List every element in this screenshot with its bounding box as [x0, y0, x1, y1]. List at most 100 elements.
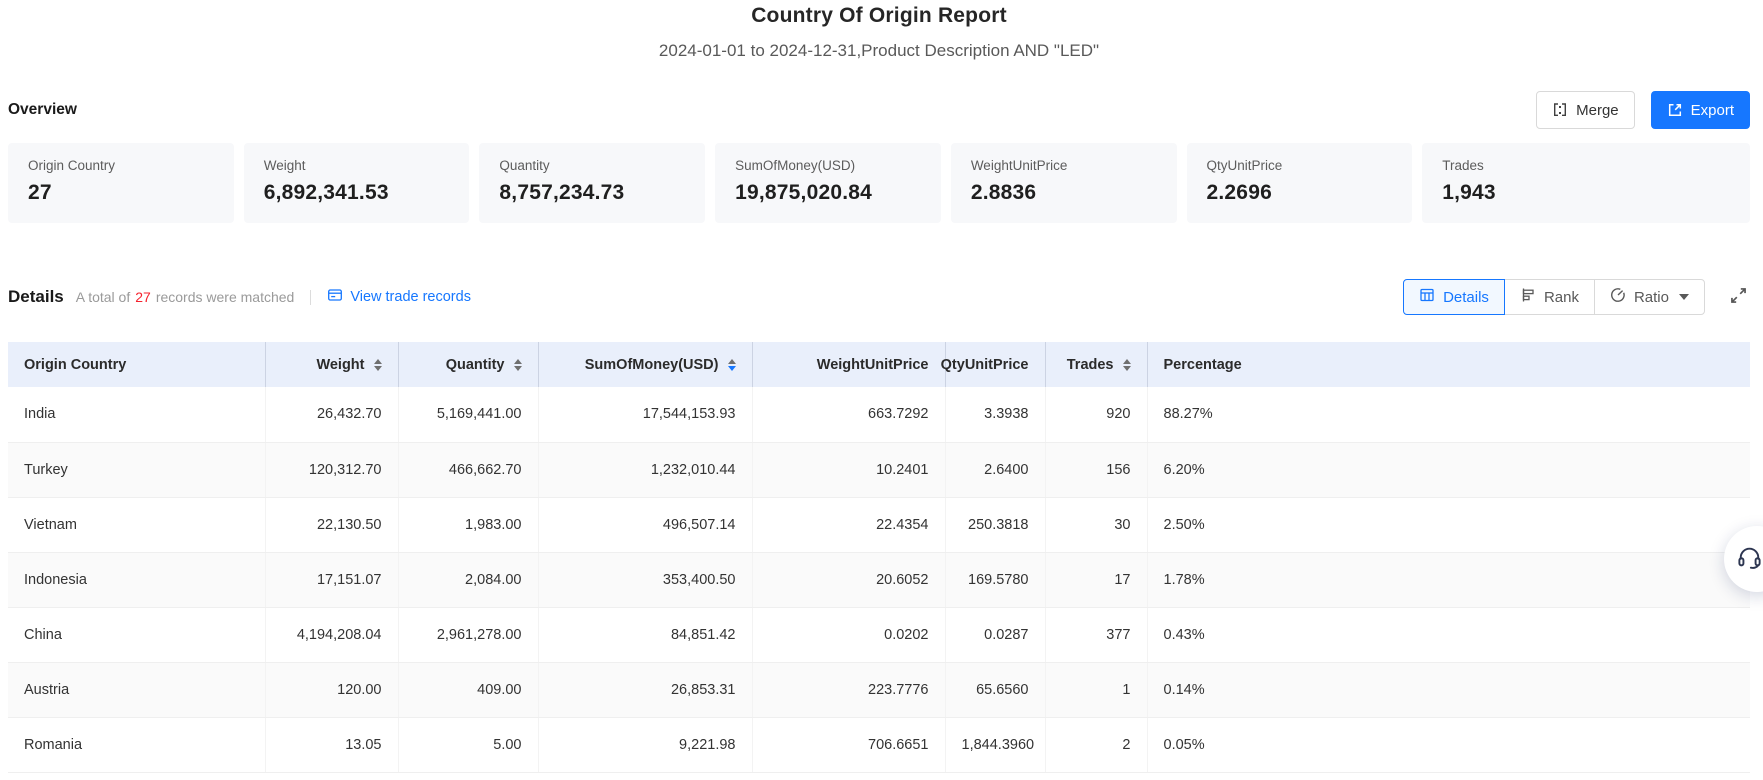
- cell-weight-unit-price: 10.2401: [752, 442, 945, 497]
- stat-card-qtyunitprice: QtyUnitPrice2.2696: [1187, 143, 1413, 223]
- cell-percentage: 0.05%: [1147, 717, 1750, 772]
- cell-weight: 120.00: [265, 662, 398, 717]
- cell-trades: 2: [1045, 717, 1147, 772]
- stat-card-sumofmoney-usd: SumOfMoney(USD)19,875,020.84: [715, 143, 941, 223]
- stat-card-value: 2.8836: [971, 181, 1157, 205]
- cell-origin-country: Turkey: [8, 442, 265, 497]
- column-label: Weight: [316, 357, 364, 373]
- cell-origin-country: Vietnam: [8, 497, 265, 552]
- cell-quantity: 466,662.70: [398, 442, 538, 497]
- overview-heading: Overview: [8, 101, 77, 119]
- stat-card-value: 6,892,341.53: [264, 181, 450, 205]
- export-icon: [1667, 102, 1683, 118]
- stat-card-value: 1,943: [1442, 181, 1730, 205]
- country-of-origin-report-page: Country Of Origin Report 2024-01-01 to 2…: [0, 4, 1763, 773]
- fullscreen-expand-icon: [1729, 286, 1748, 308]
- stat-card-trades: Trades1,943: [1422, 143, 1750, 223]
- overview-header-row: Overview Merge: [8, 91, 1750, 129]
- stat-card-origin-country: Origin Country27: [8, 143, 234, 223]
- sort-carets-icon: [728, 359, 736, 371]
- cell-origin-country: China: [8, 607, 265, 662]
- cell-qty-unit-price: 250.3818: [945, 497, 1045, 552]
- column-label: QtyUnitPrice: [941, 357, 1029, 373]
- cell-weight: 4,194,208.04: [265, 607, 398, 662]
- cell-qty-unit-price: 169.5780: [945, 552, 1045, 607]
- cell-weight-unit-price: 0.0202: [752, 607, 945, 662]
- cell-sum-of-money-usd: 9,221.98: [538, 717, 752, 772]
- trade-records-icon: [327, 287, 343, 307]
- headset-icon: [1736, 544, 1763, 574]
- cell-sum-of-money-usd: 26,853.31: [538, 662, 752, 717]
- cell-quantity: 5.00: [398, 717, 538, 772]
- tab-ratio[interactable]: Ratio: [1594, 279, 1705, 315]
- cell-percentage: 6.20%: [1147, 442, 1750, 497]
- details-table-wrap: Origin Country Weight Quantity SumOfMoney(U…: [8, 342, 1750, 773]
- cell-weight: 120,312.70: [265, 442, 398, 497]
- table-grid-icon: [1419, 287, 1435, 307]
- table-row-turkey: Turkey120,312.70466,662.701,232,010.4410…: [8, 442, 1750, 497]
- cell-quantity: 2,084.00: [398, 552, 538, 607]
- export-button[interactable]: Export: [1651, 91, 1750, 129]
- vertical-divider: [310, 290, 311, 305]
- fullscreen-button[interactable]: [1727, 284, 1750, 310]
- tab-rank-label: Rank: [1544, 289, 1579, 306]
- column-header-weight[interactable]: Weight: [265, 342, 398, 387]
- column-label: Percentage: [1164, 357, 1242, 373]
- cell-sum-of-money-usd: 353,400.50: [538, 552, 752, 607]
- sort-carets-icon: [514, 359, 522, 371]
- details-right: Details Rank: [1403, 279, 1750, 315]
- stat-card-label: QtyUnitPrice: [1207, 158, 1393, 173]
- merge-button-label: Merge: [1576, 102, 1619, 119]
- column-header-trades[interactable]: Trades: [1045, 342, 1147, 387]
- view-switch: Details Rank: [1403, 279, 1705, 315]
- cell-quantity: 5,169,441.00: [398, 387, 538, 442]
- cell-origin-country: India: [8, 387, 265, 442]
- cell-qty-unit-price: 1,844.3960: [945, 717, 1045, 772]
- origin-country-table: Origin Country Weight Quantity SumOfMoney(U…: [8, 342, 1750, 773]
- table-row-indonesia: Indonesia17,151.072,084.00353,400.5020.6…: [8, 552, 1750, 607]
- sort-carets-icon: [1123, 359, 1131, 371]
- cell-trades: 17: [1045, 552, 1147, 607]
- stat-card-quantity: Quantity8,757,234.73: [479, 143, 705, 223]
- cell-percentage: 2.50%: [1147, 497, 1750, 552]
- cell-trades: 1: [1045, 662, 1147, 717]
- match-count: 27: [130, 289, 156, 305]
- cell-qty-unit-price: 0.0287: [945, 607, 1045, 662]
- table-row-romania: Romania13.055.009,221.98706.66511,844.39…: [8, 717, 1750, 772]
- cell-weight-unit-price: 20.6052: [752, 552, 945, 607]
- column-header-quantity[interactable]: Quantity: [398, 342, 538, 387]
- column-header-weight-unit-price: WeightUnitPrice: [752, 342, 945, 387]
- cell-trades: 30: [1045, 497, 1147, 552]
- cell-trades: 156: [1045, 442, 1147, 497]
- overview-stat-cards: Origin Country27 Weight 6,892,341.53 Quanti…: [8, 143, 1750, 223]
- merge-button[interactable]: Merge: [1536, 91, 1635, 129]
- stat-card-label: SumOfMoney(USD): [735, 158, 921, 173]
- cell-trades: 377: [1045, 607, 1147, 662]
- cell-weight: 13.05: [265, 717, 398, 772]
- column-header-percentage: Percentage: [1147, 342, 1750, 387]
- table-row-india: India26,432.705,169,441.0017,544,153.936…: [8, 387, 1750, 442]
- stat-card-label: Weight: [264, 158, 450, 173]
- tab-ratio-label: Ratio: [1634, 289, 1669, 306]
- view-trade-records-link[interactable]: View trade records: [327, 287, 471, 307]
- view-trade-records-label: View trade records: [350, 289, 471, 305]
- column-header-origin-country: Origin Country: [8, 342, 265, 387]
- cell-quantity: 1,983.00: [398, 497, 538, 552]
- stat-card-label: Origin Country: [28, 158, 214, 173]
- cell-origin-country: Romania: [8, 717, 265, 772]
- table-row-austria: Austria120.00409.0026,853.31223.777665.6…: [8, 662, 1750, 717]
- cell-weight-unit-price: 706.6651: [752, 717, 945, 772]
- match-suffix: records were matched: [156, 289, 295, 305]
- chevron-down-icon: [1679, 294, 1689, 300]
- column-header-sum-of-money-usd[interactable]: SumOfMoney(USD): [538, 342, 752, 387]
- cell-origin-country: Indonesia: [8, 552, 265, 607]
- tab-rank[interactable]: Rank: [1504, 279, 1595, 315]
- pie-ratio-icon: [1610, 287, 1626, 307]
- table-row-vietnam: Vietnam22,130.501,983.00496,507.1422.435…: [8, 497, 1750, 552]
- table-header-row: Origin Country Weight Quantity SumOfMoney(U…: [8, 342, 1750, 387]
- column-label: Quantity: [446, 357, 505, 373]
- cell-percentage: 0.43%: [1147, 607, 1750, 662]
- tab-details[interactable]: Details: [1403, 279, 1505, 315]
- cell-weight-unit-price: 22.4354: [752, 497, 945, 552]
- cell-percentage: 88.27%: [1147, 387, 1750, 442]
